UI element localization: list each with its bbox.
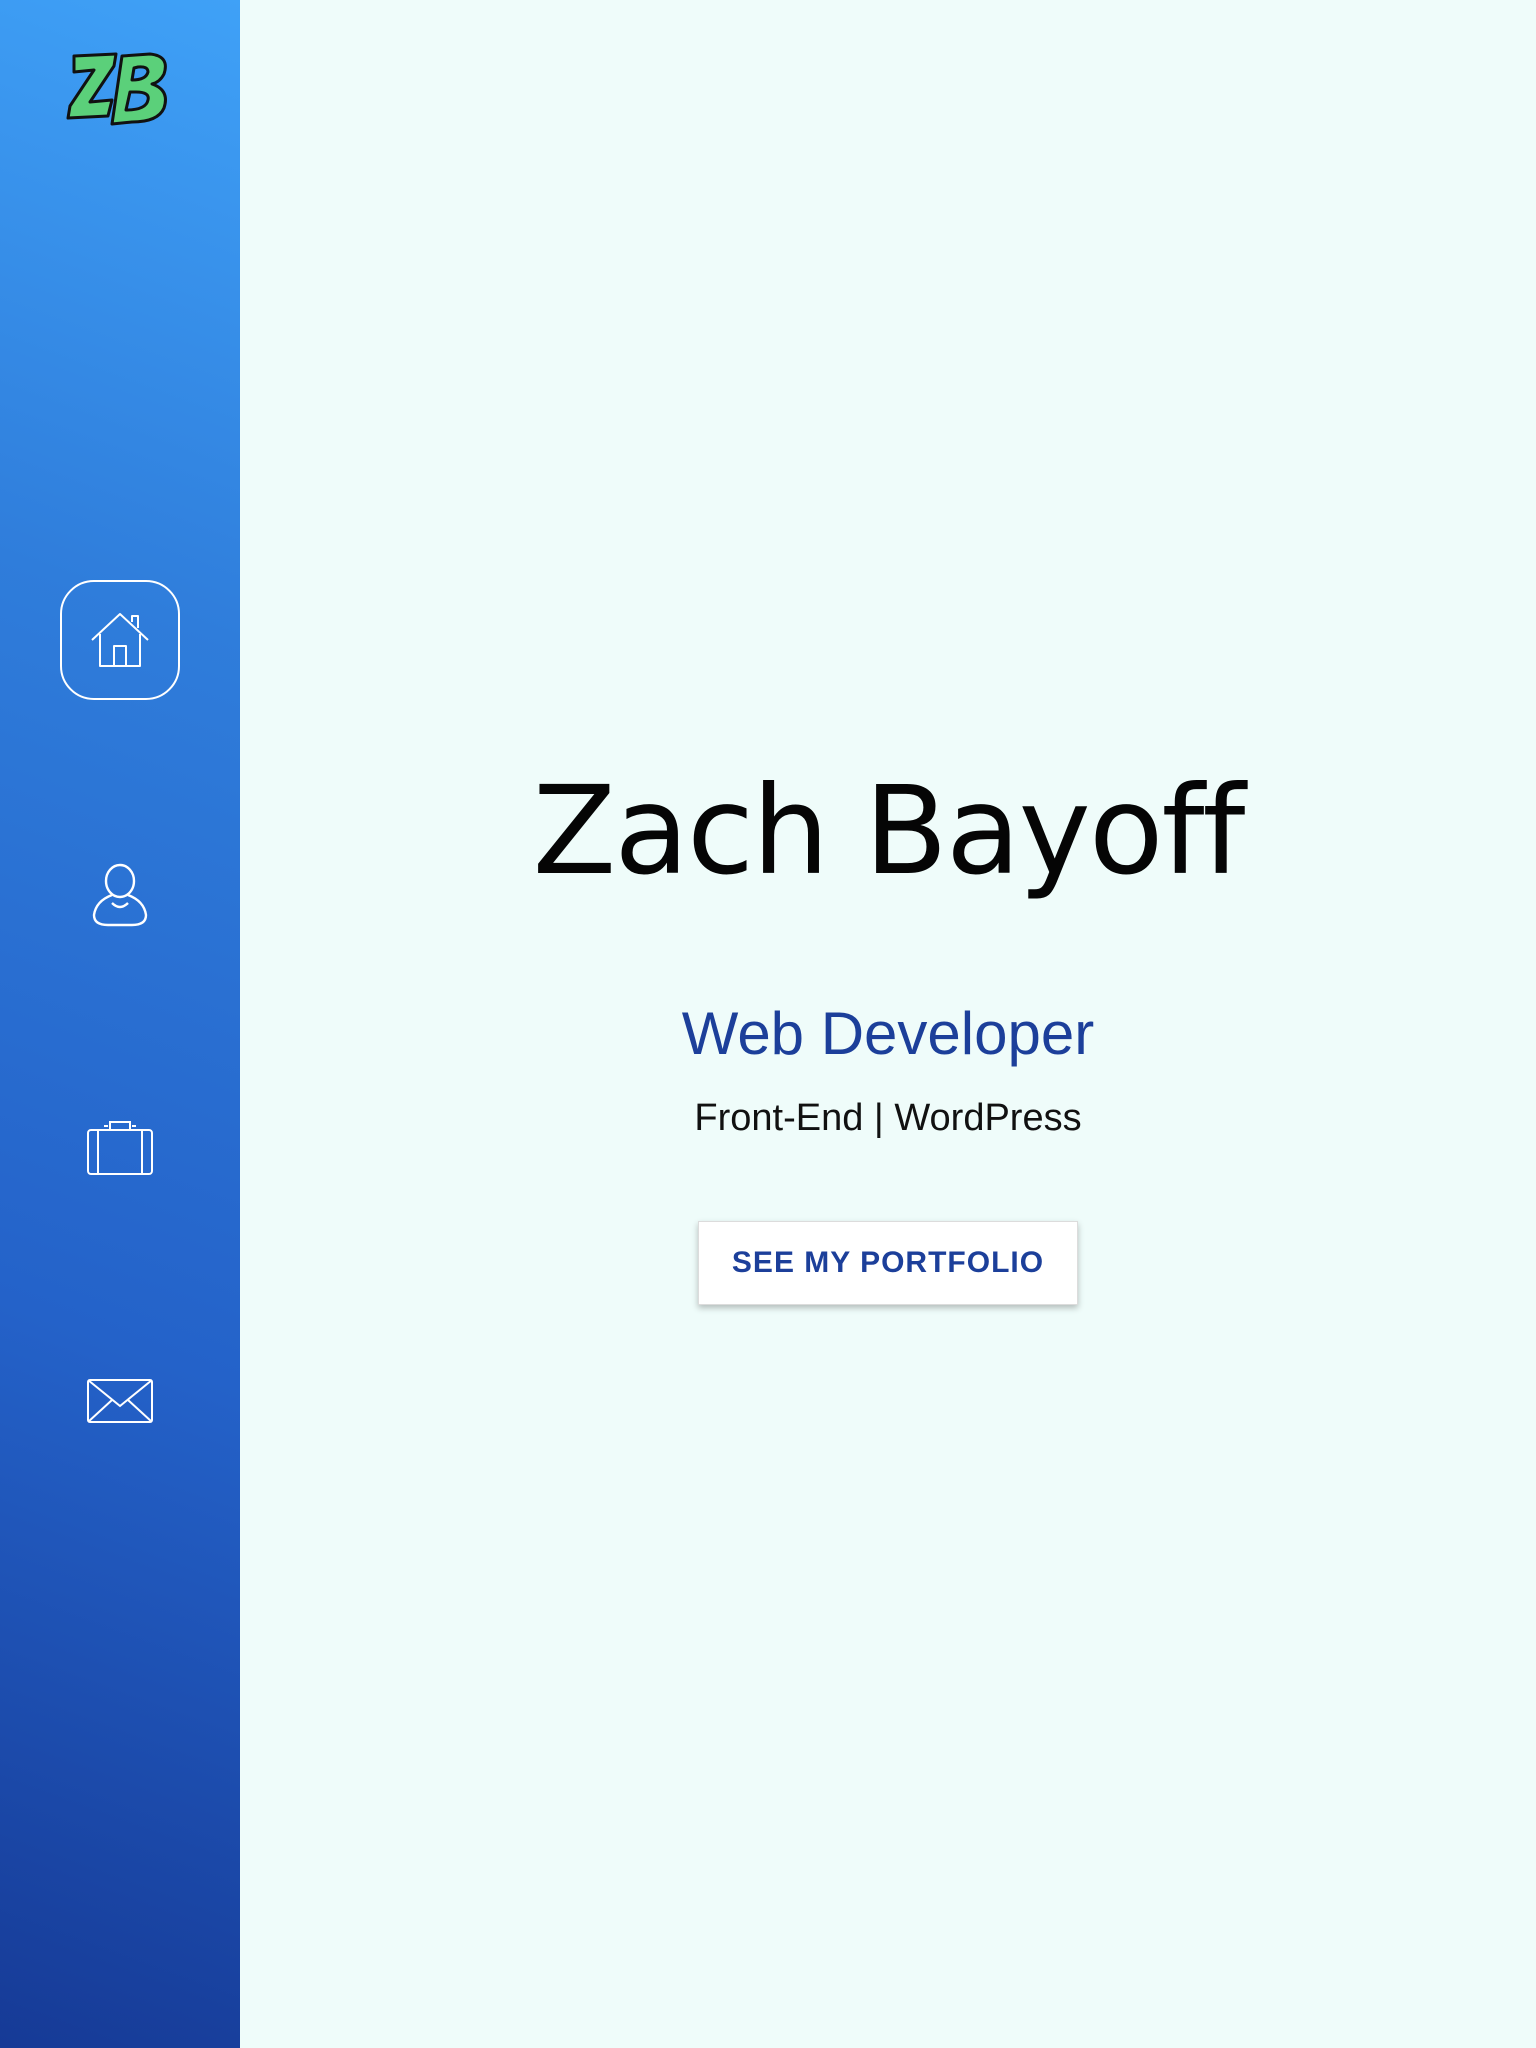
envelope-icon: [87, 1379, 153, 1423]
zb-logo-icon: [66, 52, 167, 126]
briefcase-icon: [87, 1121, 153, 1175]
logo[interactable]: [66, 48, 176, 132]
user-icon: [92, 863, 148, 927]
see-portfolio-button[interactable]: SEE MY PORTFOLIO: [698, 1221, 1078, 1305]
sidebar: [0, 0, 240, 2048]
nav-portfolio-button[interactable]: [60, 1088, 180, 1208]
hero-name: Zach Bayoff: [532, 760, 1246, 902]
hero-skills: Front-End | WordPress: [694, 1097, 1082, 1139]
nav-contact-button[interactable]: [60, 1342, 180, 1462]
hero-role: Web Developer: [681, 1000, 1095, 1067]
home-icon: [91, 613, 149, 667]
nav-about-button[interactable]: [60, 834, 180, 954]
main-content: Zach Bayoff Web Developer Front-End | Wo…: [240, 0, 1536, 2048]
nav-home-button[interactable]: [60, 580, 180, 700]
